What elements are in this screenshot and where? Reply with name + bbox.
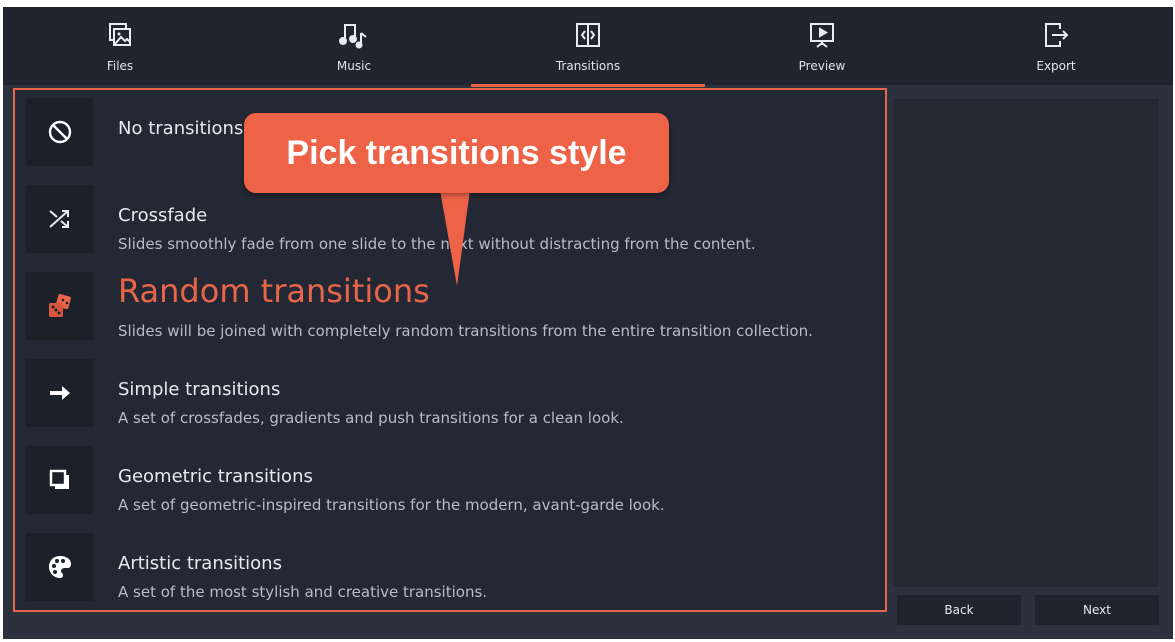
- callout-tooltip: Pick transitions style: [244, 113, 669, 193]
- tab-label: Preview: [798, 59, 846, 73]
- item-title: No transitions: [118, 118, 244, 139]
- item-description: A set of geometric-inspired transitions …: [118, 496, 665, 514]
- squares-icon: [26, 446, 93, 514]
- next-button[interactable]: Next: [1035, 595, 1159, 625]
- item-description: Slides smoothly fade from one slide to t…: [118, 235, 756, 253]
- music-icon: [338, 19, 370, 51]
- top-navigation: Files Music Transitions Preview Export: [3, 7, 1173, 87]
- item-title: Geometric transitions: [118, 466, 313, 487]
- arrow-right-icon: [26, 359, 93, 427]
- item-description: Slides will be joined with completely ra…: [118, 322, 813, 340]
- callout-pointer: [440, 190, 470, 286]
- tab-preview[interactable]: Preview: [705, 7, 939, 85]
- item-title: Simple transitions: [118, 379, 281, 400]
- tab-music[interactable]: Music: [237, 7, 471, 85]
- export-icon: [1040, 19, 1072, 51]
- transitions-icon: [572, 19, 604, 51]
- shuffle-icon: [26, 185, 93, 253]
- dice-icon: [26, 272, 93, 340]
- no-transition-icon: [26, 98, 93, 166]
- files-icon: [104, 19, 136, 51]
- app-window: Files Music Transitions Preview Export B…: [3, 7, 1173, 639]
- list-item-artistic-transitions[interactable]: Artistic transitions A set of the most s…: [15, 533, 885, 613]
- list-item-simple-transitions[interactable]: Simple transitions A set of crossfades, …: [15, 359, 885, 439]
- tab-label: Transitions: [555, 59, 621, 73]
- tab-transitions[interactable]: Transitions: [471, 7, 705, 87]
- tab-export[interactable]: Export: [939, 7, 1173, 85]
- tab-label: Export: [1036, 59, 1076, 73]
- preview-icon: [806, 19, 838, 51]
- active-tab-indicator: [471, 84, 705, 87]
- tab-label: Files: [106, 59, 134, 73]
- list-item-geometric-transitions[interactable]: Geometric transitions A set of geometric…: [15, 446, 885, 526]
- item-title: Artistic transitions: [118, 553, 282, 574]
- item-description: A set of crossfades, gradients and push …: [118, 409, 624, 427]
- palette-icon: [26, 533, 93, 601]
- tab-label: Music: [336, 59, 372, 73]
- item-description: A set of the most stylish and creative t…: [118, 583, 488, 601]
- item-title: Crossfade: [118, 205, 208, 226]
- item-title: Random transitions: [118, 272, 430, 310]
- preview-panel: [893, 99, 1159, 587]
- back-button[interactable]: Back: [897, 595, 1021, 625]
- tab-files[interactable]: Files: [3, 7, 237, 85]
- callout-text: Pick transitions style: [286, 133, 627, 172]
